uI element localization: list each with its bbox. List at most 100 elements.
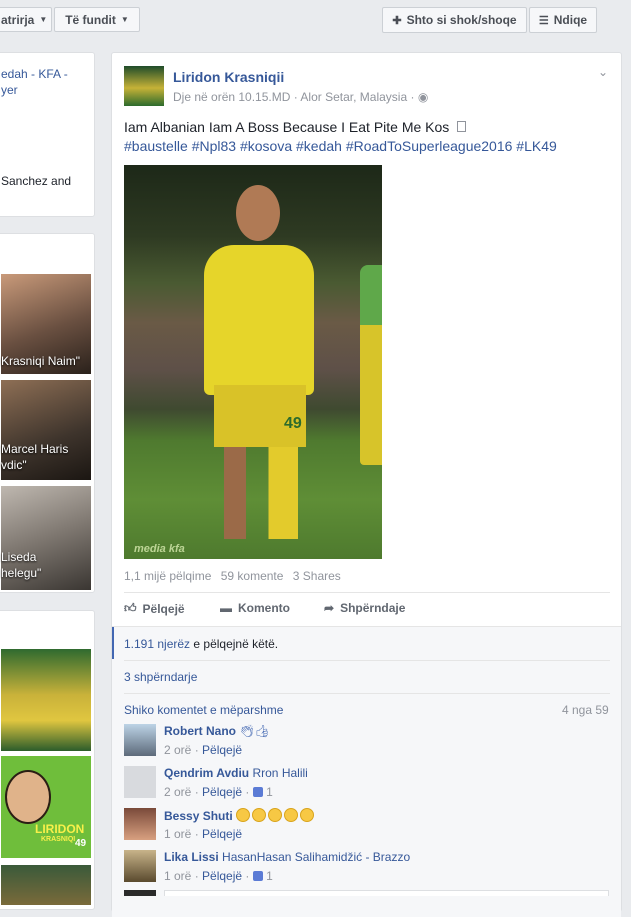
share-button[interactable]: ➦ Shpërndaje: [324, 601, 405, 615]
photo-thumb[interactable]: Krasniqi Naim": [1, 274, 91, 374]
recent-button[interactable]: Të fundit ▼: [54, 7, 140, 32]
comment-like-link[interactable]: Pëlqejë: [202, 869, 242, 883]
share-label: Shpërndaje: [340, 601, 406, 615]
comment-time[interactable]: 2 orë: [164, 785, 191, 799]
add-friend-label: Shto si shok/shoqe: [406, 13, 517, 27]
shares-count[interactable]: 3 Shares: [293, 569, 341, 583]
art-face: [5, 770, 51, 824]
previous-comments-link[interactable]: Shiko komentet e mëparshme: [124, 703, 283, 717]
comment-like-count[interactable]: 1: [266, 785, 273, 799]
chevron-down-icon: ▼: [39, 15, 48, 24]
comment-avatar[interactable]: [124, 808, 156, 840]
meta-separator: ·: [242, 785, 253, 799]
ufi-accent: [112, 627, 114, 659]
laughing-emoji-icon: [300, 808, 315, 822]
comment-avatar[interactable]: [124, 850, 156, 882]
unknown-glyph-icon: [457, 121, 467, 132]
laughing-emoji-icon: [252, 808, 267, 822]
divider: [124, 660, 610, 661]
post-photo[interactable]: 49 media kfa: [124, 165, 382, 559]
video-thumb[interactable]: [1, 865, 91, 905]
laughing-emoji-icon: [268, 808, 283, 822]
meta-separator: ·: [242, 869, 253, 883]
video-thumb[interactable]: [1, 649, 91, 751]
post-card: Liridon Krasniqii Dje në orën 10.15.MD ·…: [111, 52, 622, 917]
author-avatar[interactable]: [124, 66, 164, 106]
chevron-down-icon: ▼: [120, 15, 129, 24]
comments-count[interactable]: 59 komente: [221, 569, 284, 583]
thumbs-up-icon: 👍︎: [124, 601, 137, 615]
comments-pager: 4 nga 59: [562, 703, 609, 717]
author-name[interactable]: Liridon Krasniqii: [173, 69, 284, 85]
photo-caption: Krasniqi Naim": [1, 354, 80, 368]
comment-meta: 2 orë · Pëlqejë: [164, 743, 242, 757]
art-thumb[interactable]: LIRIDON KRASNIQI 49: [1, 756, 91, 858]
comment-like-link[interactable]: Pëlqejë: [202, 743, 242, 757]
photo-thumb[interactable]: Liseda helegu": [1, 486, 91, 590]
clap-icon: 👏︎: [239, 724, 255, 738]
art-sublabel: KRASNIQI: [41, 836, 76, 843]
jersey-number: 49: [284, 415, 302, 432]
comment-row: Robert Nano 👏︎👍︎: [164, 724, 270, 738]
comment-time[interactable]: 1 orë: [164, 869, 191, 883]
photo-caption: Liseda: [1, 550, 37, 564]
art-label: LIRIDON: [35, 822, 85, 836]
comment-input[interactable]: [164, 890, 609, 896]
comment-text[interactable]: HasanHasan Salihamidžić - Brazzo: [222, 850, 410, 864]
post-time[interactable]: Dje në orën 10.15.MD: [173, 90, 290, 104]
comment-text[interactable]: Rron Halili: [252, 766, 307, 780]
divider: [124, 592, 610, 593]
add-friend-icon: ✚: [392, 14, 402, 27]
photo-caption: helegu": [1, 566, 42, 580]
like-badge-icon: [252, 787, 263, 797]
likes-count[interactable]: 1,1 mijë pëlqime: [124, 569, 211, 583]
comment-like-count[interactable]: 1: [266, 869, 273, 883]
globe-icon: ◉: [417, 90, 429, 104]
post-hashtags[interactable]: #baustelle #Npl83 #kosova #kedah #RoadTo…: [124, 138, 557, 154]
post-stats: 1,1 mijë pëlqime 59 komente 3 Shares: [124, 569, 341, 583]
comment-avatar[interactable]: [124, 724, 156, 756]
comment-avatar[interactable]: [124, 766, 156, 798]
player-head: [236, 185, 280, 241]
comment-row: Bessy Shuti: [164, 808, 316, 823]
intro-line-1[interactable]: edah - KFA -: [1, 67, 68, 81]
shares-link[interactable]: 3 shpërndarje: [124, 670, 197, 684]
thumbs-up-icon: 👍︎: [254, 724, 270, 738]
post-body: Iam Albanian Iam A Boss Because I Eat Pi…: [124, 119, 450, 135]
intro-line-3: Sanchez and: [1, 174, 72, 188]
comment-avatar[interactable]: [124, 890, 156, 896]
post-text: Iam Albanian Iam A Boss Because I Eat Pi…: [124, 119, 467, 135]
player-figure: [204, 245, 314, 395]
photo-thumb[interactable]: Marcel Haris vdic": [1, 380, 91, 480]
meta-separator: ·: [191, 785, 203, 799]
add-friend-button[interactable]: ✚ Shto si shok/shoqe: [382, 7, 527, 33]
comment-row: Lika Lissi HasanHasan Salihamidžić - Bra…: [164, 850, 410, 864]
like-sentence: 1.191 njerëz e pëlqejnë këtë.: [124, 637, 278, 651]
post-location[interactable]: Alor Setar, Malaysia: [300, 90, 407, 104]
chevron-down-icon[interactable]: ⌄: [598, 65, 608, 79]
laughing-emoji-icon: [284, 808, 299, 822]
rss-icon: ☰: [538, 14, 549, 27]
comment-author[interactable]: Lika Lissi: [164, 850, 219, 864]
comment-label: Komento: [238, 601, 290, 615]
comment-time[interactable]: 2 orë: [164, 743, 191, 757]
comment-author[interactable]: Qendrim Avdiu: [164, 766, 249, 780]
videos-card: LIRIDON KRASNIQI 49: [0, 610, 95, 910]
comment-like-link[interactable]: Pëlqejë: [202, 827, 242, 841]
follow-button[interactable]: ☰ Ndiqe: [529, 7, 597, 33]
filter-button[interactable]: atrirja ▼: [0, 7, 52, 32]
intro-line-2[interactable]: yer: [1, 83, 18, 97]
like-button[interactable]: 👍︎ Pëlqejë: [124, 601, 185, 616]
comment-time[interactable]: 1 orë: [164, 827, 191, 841]
meta-separator: ·: [191, 827, 203, 841]
photos-card: Krasniqi Naim" Marcel Haris vdic" Liseda…: [0, 233, 95, 593]
comment-author[interactable]: Bessy Shuti: [164, 809, 233, 823]
filter-label: atrirja: [1, 12, 35, 27]
laughing-emoji-icon: [236, 808, 251, 822]
comment-meta: 1 orë · Pëlqejë: [164, 827, 242, 841]
like-people-link[interactable]: 1.191 njerëz: [124, 637, 190, 651]
intro-card: edah - KFA - yer Sanchez and: [0, 52, 95, 217]
comment-button[interactable]: ▬ Komento: [220, 601, 290, 615]
comment-author[interactable]: Robert Nano: [164, 724, 236, 738]
comment-like-link[interactable]: Pëlqejë: [202, 785, 242, 799]
